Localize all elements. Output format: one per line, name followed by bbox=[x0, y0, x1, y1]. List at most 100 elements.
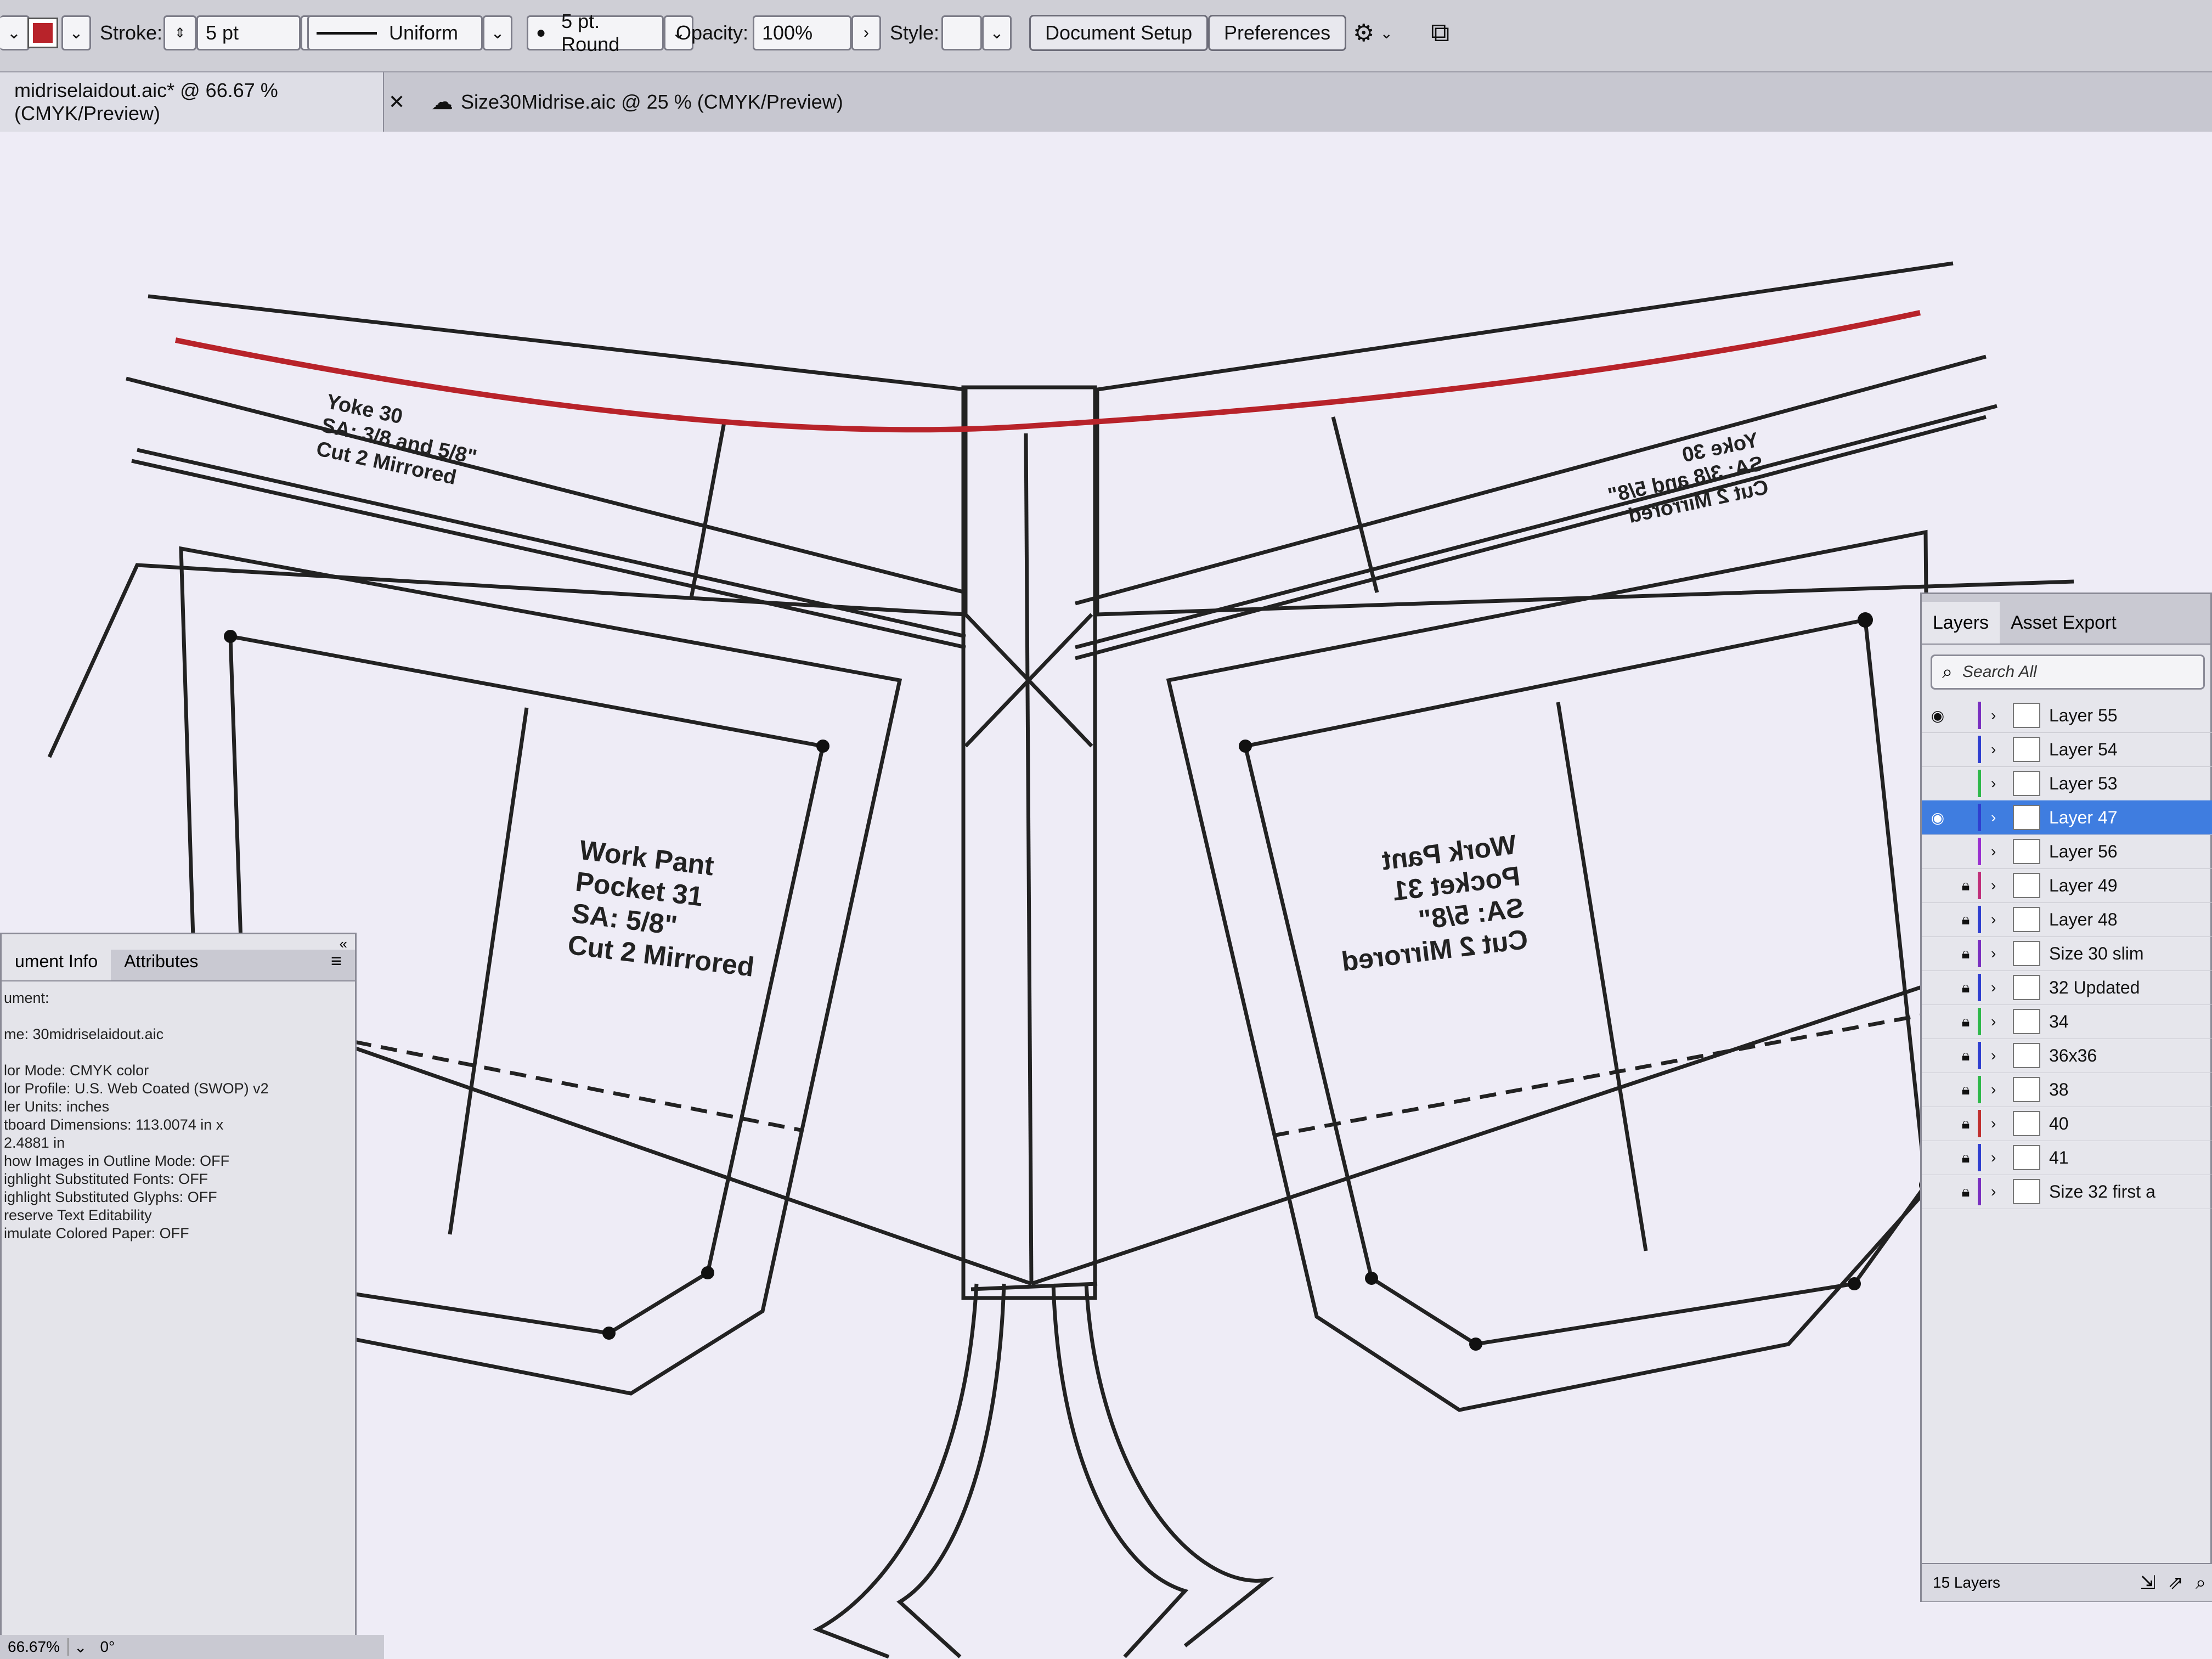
expand-chevron-icon[interactable]: › bbox=[1991, 945, 2013, 962]
opacity-slider-arrow[interactable]: › bbox=[851, 15, 881, 50]
lock-icon[interactable]: 🔒︎ bbox=[1954, 877, 1978, 895]
expand-chevron-icon[interactable]: › bbox=[1991, 1115, 2013, 1132]
expand-chevron-icon[interactable]: › bbox=[1991, 1149, 2013, 1166]
layer-row[interactable]: 🔒︎ › Layer 49 bbox=[1922, 868, 2212, 903]
layer-row[interactable]: 🔒︎ › 32 Updated bbox=[1922, 970, 2212, 1005]
variable-width-profile[interactable]: Uniform ⌄ bbox=[307, 12, 512, 54]
layer-row[interactable]: 🔒︎ › 41 bbox=[1922, 1141, 2212, 1175]
eye-icon[interactable]: ◉ bbox=[1922, 707, 1954, 725]
opacity-label[interactable]: Opacity: bbox=[676, 12, 748, 54]
lock-icon[interactable]: 🔒︎ bbox=[1954, 1047, 1978, 1065]
layer-name[interactable]: Size 30 slim bbox=[2049, 944, 2144, 964]
layer-name[interactable]: 41 bbox=[2049, 1148, 2069, 1168]
graphic-style-swatch[interactable] bbox=[941, 15, 982, 50]
search-placeholder: Search All bbox=[1962, 663, 2037, 681]
layer-row[interactable]: 🔒︎ › 36x36 bbox=[1922, 1039, 2212, 1073]
layer-name[interactable]: 40 bbox=[2049, 1114, 2069, 1134]
lock-icon[interactable]: 🔒︎ bbox=[1954, 1183, 1978, 1201]
expand-chevron-icon[interactable]: › bbox=[1991, 707, 2013, 724]
lock-icon[interactable]: 🔒︎ bbox=[1954, 979, 1978, 997]
layer-row[interactable]: › Layer 56 bbox=[1922, 834, 2212, 869]
layer-row[interactable]: 🔒︎ › Size 32 first a bbox=[1922, 1175, 2212, 1209]
layer-name[interactable]: Layer 53 bbox=[2049, 774, 2118, 794]
layer-color-swatch bbox=[1978, 1178, 1981, 1205]
rotation-value[interactable]: 0° bbox=[92, 1638, 122, 1656]
layer-name[interactable]: Layer 56 bbox=[2049, 842, 2118, 862]
expand-chevron-icon[interactable]: › bbox=[1991, 1047, 2013, 1064]
layer-name[interactable]: Size 32 first a bbox=[2049, 1182, 2155, 1202]
collect-export-icon[interactable]: ⇲ bbox=[2140, 1572, 2156, 1594]
document-setup-button[interactable]: Document Setup bbox=[1029, 15, 1209, 51]
layer-color-swatch bbox=[1978, 906, 1981, 933]
eye-icon[interactable]: ◉ bbox=[1922, 809, 1954, 827]
layer-name[interactable]: Layer 54 bbox=[2049, 740, 2118, 760]
layer-row[interactable]: › Layer 54 bbox=[1922, 732, 2212, 767]
tab-asset-export[interactable]: Asset Export bbox=[2000, 602, 2128, 644]
expand-chevron-icon[interactable]: › bbox=[1991, 979, 2013, 996]
opacity-control[interactable]: 100% › bbox=[753, 12, 881, 54]
layer-name[interactable]: Layer 47 bbox=[2049, 808, 2118, 828]
panel-menu-icon[interactable]: ≡ bbox=[318, 942, 355, 980]
locate-object-icon[interactable]: ⌕ bbox=[2196, 1572, 2206, 1594]
expand-chevron-icon[interactable]: › bbox=[1991, 911, 2013, 928]
expand-chevron-icon[interactable]: › bbox=[1991, 843, 2013, 860]
layer-name[interactable]: 36x36 bbox=[2049, 1046, 2097, 1066]
layer-row[interactable]: ◉ › Layer 47 bbox=[1922, 800, 2212, 835]
tab-layers[interactable]: Layers bbox=[1922, 602, 2000, 644]
expand-chevron-icon[interactable]: › bbox=[1991, 877, 2013, 894]
layer-row[interactable]: 🔒︎ › Layer 48 bbox=[1922, 902, 2212, 937]
layer-name[interactable]: Layer 48 bbox=[2049, 910, 2118, 930]
layer-name[interactable]: 32 Updated bbox=[2049, 978, 2140, 998]
layers-search-field[interactable]: ⌕ Search All bbox=[1931, 654, 2205, 690]
lock-icon[interactable]: 🔒︎ bbox=[1954, 1149, 1978, 1167]
lock-icon[interactable]: 🔒︎ bbox=[1954, 1013, 1978, 1031]
tab-midriselaidout[interactable]: midriselaidout.aic* @ 66.67 % (CMYK/Prev… bbox=[0, 72, 384, 132]
brush-definition[interactable]: ● 5 pt. Round ⌄ bbox=[527, 10, 693, 55]
zoom-dropdown-icon[interactable]: ⌄ bbox=[69, 1638, 92, 1656]
opacity-input[interactable]: 100% bbox=[753, 15, 851, 50]
layer-row[interactable]: ◉ › Layer 55 bbox=[1922, 698, 2212, 733]
close-tab-icon[interactable]: ✕ bbox=[388, 72, 410, 132]
zoom-level[interactable]: 66.67% bbox=[0, 1638, 69, 1656]
document-tab-bar: midriselaidout.aic* @ 66.67 % (CMYK/Prev… bbox=[0, 72, 2212, 133]
expand-chevron-icon[interactable]: › bbox=[1991, 809, 2013, 826]
layer-name[interactable]: Layer 55 bbox=[2049, 706, 2118, 726]
layer-row[interactable]: 🔒︎ › 34 bbox=[1922, 1005, 2212, 1039]
expand-chevron-icon[interactable]: › bbox=[1991, 1183, 2013, 1200]
stepper-arrows-icon[interactable]: ⇕ bbox=[163, 15, 196, 50]
graphic-style-picker[interactable]: ⌄ bbox=[941, 12, 1012, 54]
tab-size30midrise[interactable]: ☁ Size30Midrise.aic @ 25 % (CMYK/Preview… bbox=[417, 72, 867, 132]
transform-icon[interactable]: ⧉ bbox=[1431, 12, 1449, 54]
stroke-weight-stepper[interactable]: ⇕ 5 pt ⌄ bbox=[163, 12, 330, 54]
grainline-arrow bbox=[1331, 416, 1379, 593]
profile-dropdown[interactable]: ⌄ bbox=[483, 15, 512, 50]
tab-document-info[interactable]: ument Info bbox=[2, 942, 111, 980]
layer-name[interactable]: 38 bbox=[2049, 1080, 2069, 1100]
expand-chevron-icon[interactable]: › bbox=[1991, 775, 2013, 792]
tab-attributes[interactable]: Attributes bbox=[111, 942, 211, 980]
layer-name[interactable]: 34 bbox=[2049, 1012, 2069, 1032]
layer-row[interactable]: 🔒︎ › Size 30 slim bbox=[1922, 936, 2212, 971]
graphic-style-dropdown[interactable]: ⌄ bbox=[982, 15, 1012, 50]
info-line: ighlight Substituted Glyphs: OFF bbox=[4, 1189, 217, 1205]
fill-dropdown[interactable]: ⌄ bbox=[0, 12, 30, 54]
align-options-icon[interactable]: ⚙ ⌄ bbox=[1353, 12, 1393, 54]
layer-row[interactable]: 🔒︎ › 38 bbox=[1922, 1073, 2212, 1107]
layer-row[interactable]: › Layer 53 bbox=[1922, 766, 2212, 801]
info-line: lor Profile: U.S. Web Coated (SWOP) v2 bbox=[4, 1080, 269, 1097]
expand-chevron-icon[interactable]: › bbox=[1991, 741, 2013, 758]
lock-icon[interactable]: 🔒︎ bbox=[1954, 1115, 1978, 1133]
layer-name[interactable]: Layer 49 bbox=[2049, 876, 2118, 896]
stroke-weight-input[interactable]: 5 pt bbox=[196, 15, 301, 50]
stroke-swatch-dropdown[interactable]: ⌄ bbox=[61, 15, 91, 50]
stroke-swatch[interactable]: ⌄ bbox=[27, 12, 91, 54]
lock-icon[interactable]: 🔒︎ bbox=[1954, 911, 1978, 929]
collapse-panel-icon[interactable]: « bbox=[340, 935, 347, 952]
preferences-button[interactable]: Preferences bbox=[1208, 15, 1347, 51]
lock-icon[interactable]: 🔒︎ bbox=[1954, 945, 1978, 963]
lock-icon[interactable]: 🔒︎ bbox=[1954, 1081, 1978, 1099]
expand-chevron-icon[interactable]: › bbox=[1991, 1081, 2013, 1098]
export-icon[interactable]: ⇗ bbox=[2168, 1572, 2183, 1594]
expand-chevron-icon[interactable]: › bbox=[1991, 1013, 2013, 1030]
layer-row[interactable]: 🔒︎ › 40 bbox=[1922, 1107, 2212, 1141]
